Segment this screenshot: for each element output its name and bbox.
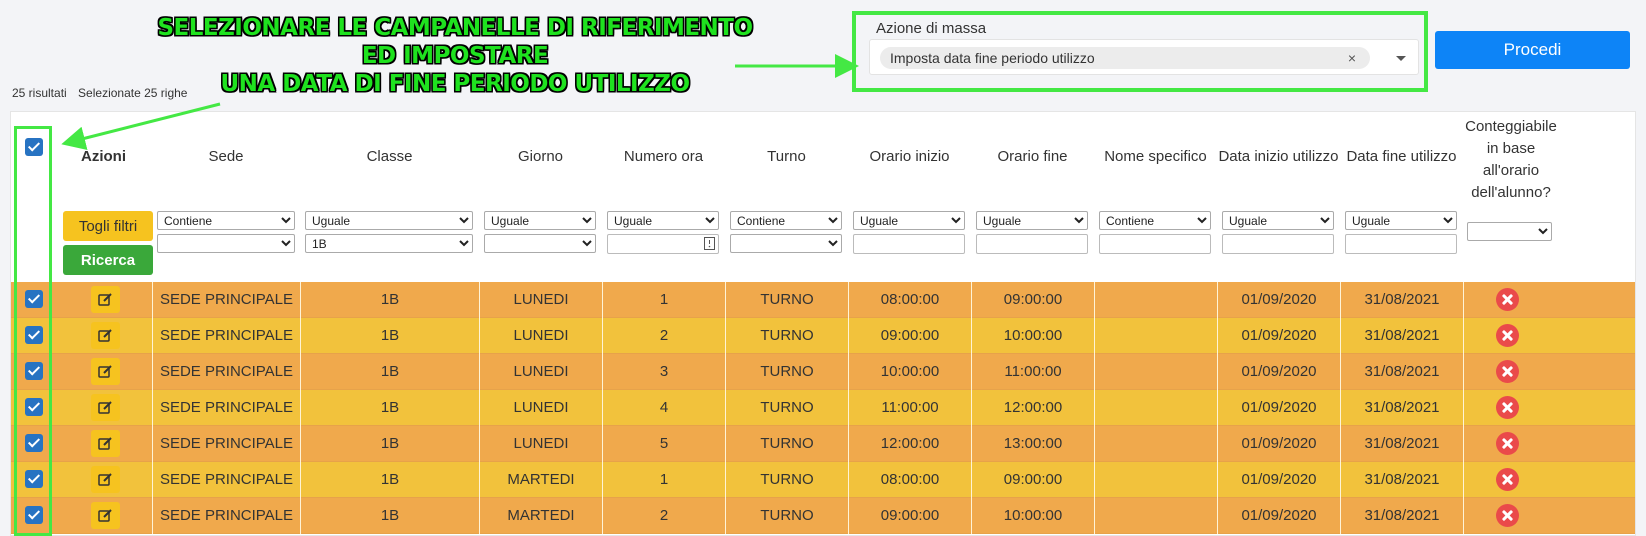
annotation-arrows xyxy=(61,54,859,150)
arrow-to-checkboxes xyxy=(61,102,221,150)
